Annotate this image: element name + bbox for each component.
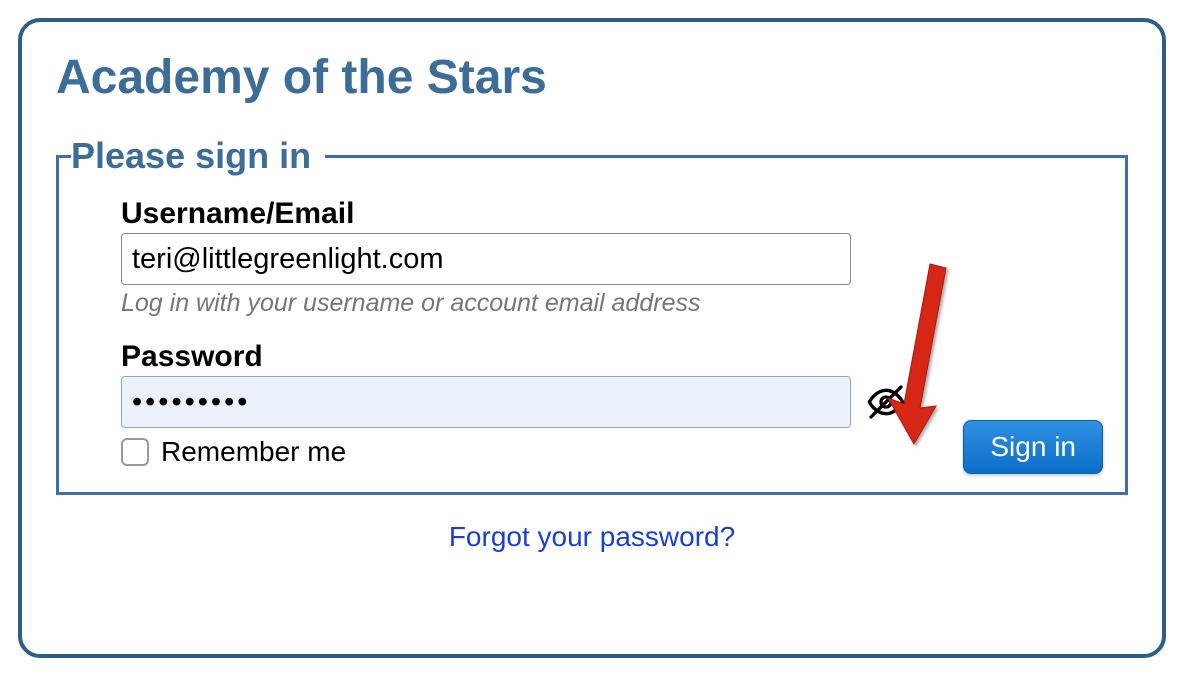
signin-button[interactable]: Sign in (963, 420, 1103, 474)
app-title: Academy of the Stars (56, 50, 1128, 105)
remember-me-label: Remember me (161, 436, 346, 468)
forgot-password-link[interactable]: Forgot your password? (56, 521, 1128, 553)
signin-fieldset: Please sign in Username/Email Log in wit… (56, 135, 1128, 495)
username-input[interactable] (121, 233, 851, 285)
password-row (121, 376, 1095, 428)
username-label: Username/Email (121, 197, 1095, 231)
password-field-group: Password (121, 340, 1095, 428)
toggle-password-visibility-button[interactable] (865, 381, 907, 423)
eye-slash-icon (866, 382, 906, 422)
signin-legend: Please sign in (71, 135, 325, 177)
signin-panel: Academy of the Stars Please sign in User… (18, 18, 1166, 658)
username-help-text: Log in with your username or account ema… (121, 289, 1095, 318)
remember-me-row: Remember me (121, 436, 1095, 468)
username-field-group: Username/Email Log in with your username… (121, 197, 1095, 318)
remember-me-checkbox[interactable] (121, 438, 149, 466)
password-input[interactable] (121, 376, 851, 428)
password-label: Password (121, 340, 1095, 374)
